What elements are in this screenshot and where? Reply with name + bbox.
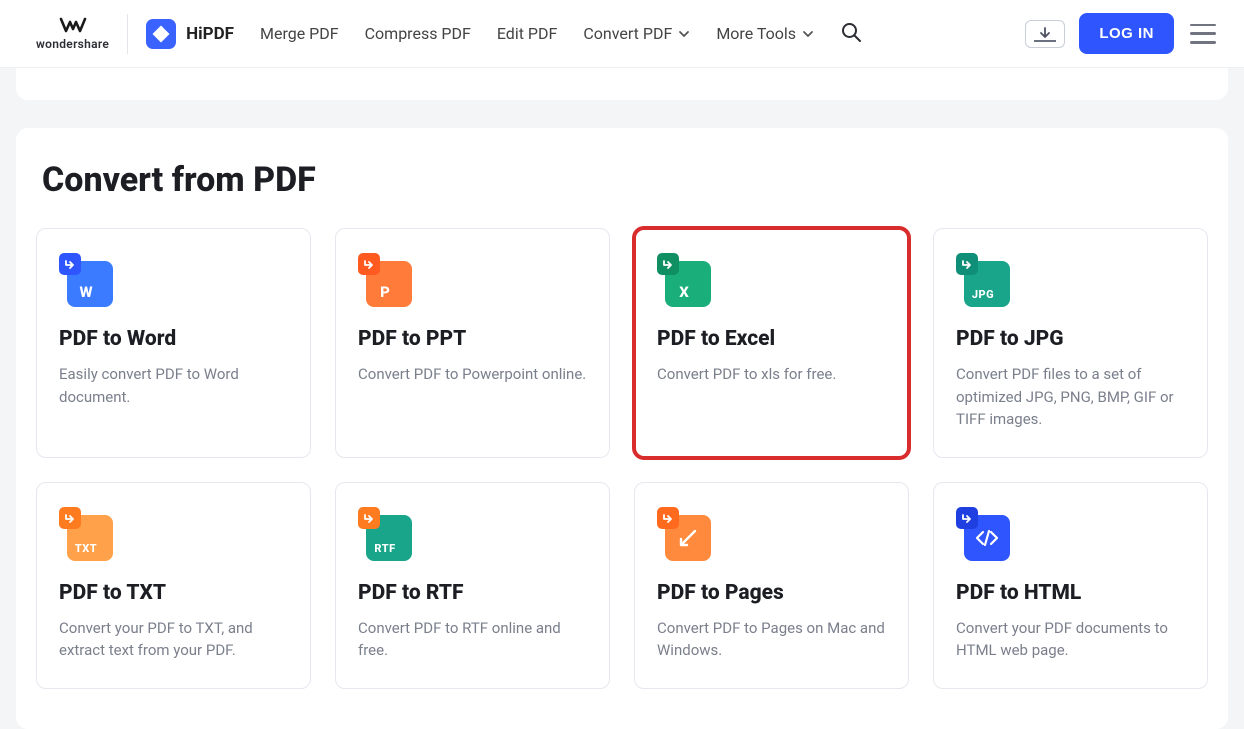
card-desc: Convert your PDF to TXT, and extract tex…	[59, 617, 288, 662]
card-pdf-to-word[interactable]: W PDF to Word Easily convert PDF to Word…	[36, 228, 311, 458]
previous-panel-edge	[16, 68, 1228, 100]
main-nav: Merge PDF Compress PDF Edit PDF Convert …	[260, 24, 814, 43]
icon-letter: TXT	[59, 542, 113, 555]
section-title: Convert from PDF	[42, 160, 1208, 200]
card-desc: Convert PDF to RTF online and free.	[358, 617, 587, 662]
nav-merge-pdf[interactable]: Merge PDF	[260, 24, 339, 43]
nav-edit-pdf[interactable]: Edit PDF	[497, 24, 558, 43]
page-body: Convert from PDF W PDF to Word Easily co…	[0, 68, 1244, 729]
card-title: PDF to Excel	[657, 327, 886, 351]
nav-compress-label: Compress PDF	[365, 24, 471, 43]
icon-letter: P	[358, 283, 412, 301]
pages-icon	[657, 507, 711, 561]
download-button[interactable]	[1025, 20, 1065, 48]
convert-from-pdf-panel: Convert from PDF W PDF to Word Easily co…	[16, 128, 1228, 729]
nav-more-label: More Tools	[716, 24, 796, 43]
card-title: PDF to HTML	[956, 581, 1185, 605]
txt-icon: TXT	[59, 507, 113, 561]
card-desc: Convert PDF to Powerpoint online.	[358, 363, 587, 386]
chevron-down-icon	[678, 28, 690, 40]
nav-convert-pdf[interactable]: Convert PDF	[583, 24, 690, 43]
word-icon: W	[59, 253, 113, 307]
hipdf-text: HiPDF	[186, 24, 234, 44]
card-pdf-to-ppt[interactable]: P PDF to PPT Convert PDF to Powerpoint o…	[335, 228, 610, 458]
login-button[interactable]: LOG IN	[1079, 13, 1174, 54]
card-pdf-to-rtf[interactable]: RTF PDF to RTF Convert PDF to RTF online…	[335, 482, 610, 689]
card-pdf-to-jpg[interactable]: JPG PDF to JPG Convert PDF files to a se…	[933, 228, 1208, 458]
rtf-icon: RTF	[358, 507, 412, 561]
search-icon[interactable]	[840, 21, 862, 47]
card-desc: Convert your PDF documents to HTML web p…	[956, 617, 1185, 662]
wondershare-logo[interactable]: wondershare	[36, 14, 128, 54]
card-desc: Convert PDF files to a set of optimized …	[956, 363, 1185, 431]
card-desc: Convert PDF to xls for free.	[657, 363, 886, 386]
card-title: PDF to JPG	[956, 327, 1185, 351]
jpg-icon: JPG	[956, 253, 1010, 307]
card-title: PDF to TXT	[59, 581, 288, 605]
hamburger-menu-icon[interactable]	[1190, 24, 1216, 44]
tools-grid: W PDF to Word Easily convert PDF to Word…	[36, 228, 1208, 689]
ppt-icon: P	[358, 253, 412, 307]
nav-edit-label: Edit PDF	[497, 24, 558, 43]
card-pdf-to-excel[interactable]: X PDF to Excel Convert PDF to xls for fr…	[634, 228, 909, 458]
icon-letter: W	[59, 283, 113, 301]
wondershare-mark-icon	[59, 17, 87, 35]
html-icon	[956, 507, 1010, 561]
nav-convert-label: Convert PDF	[583, 24, 672, 43]
wondershare-text: wondershare	[36, 37, 109, 51]
hipdf-logo[interactable]: HiPDF	[146, 19, 234, 49]
card-desc: Convert PDF to Pages on Mac and Windows.	[657, 617, 886, 662]
icon-letter: X	[657, 283, 711, 301]
card-pdf-to-txt[interactable]: TXT PDF to TXT Convert your PDF to TXT, …	[36, 482, 311, 689]
nav-more-tools[interactable]: More Tools	[716, 24, 814, 43]
excel-icon: X	[657, 253, 711, 307]
nav-merge-label: Merge PDF	[260, 24, 339, 43]
card-title: PDF to Pages	[657, 581, 886, 605]
card-pdf-to-html[interactable]: PDF to HTML Convert your PDF documents t…	[933, 482, 1208, 689]
header: wondershare HiPDF Merge PDF Compress PDF…	[0, 0, 1244, 68]
card-desc: Easily convert PDF to Word document.	[59, 363, 288, 408]
nav-compress-pdf[interactable]: Compress PDF	[365, 24, 471, 43]
icon-letter: RTF	[358, 542, 412, 555]
hipdf-badge-icon	[146, 19, 176, 49]
icon-letter: JPG	[956, 288, 1010, 301]
card-title: PDF to Word	[59, 327, 288, 351]
chevron-down-icon	[802, 28, 814, 40]
card-title: PDF to PPT	[358, 327, 587, 351]
card-title: PDF to RTF	[358, 581, 587, 605]
card-pdf-to-pages[interactable]: PDF to Pages Convert PDF to Pages on Mac…	[634, 482, 909, 689]
